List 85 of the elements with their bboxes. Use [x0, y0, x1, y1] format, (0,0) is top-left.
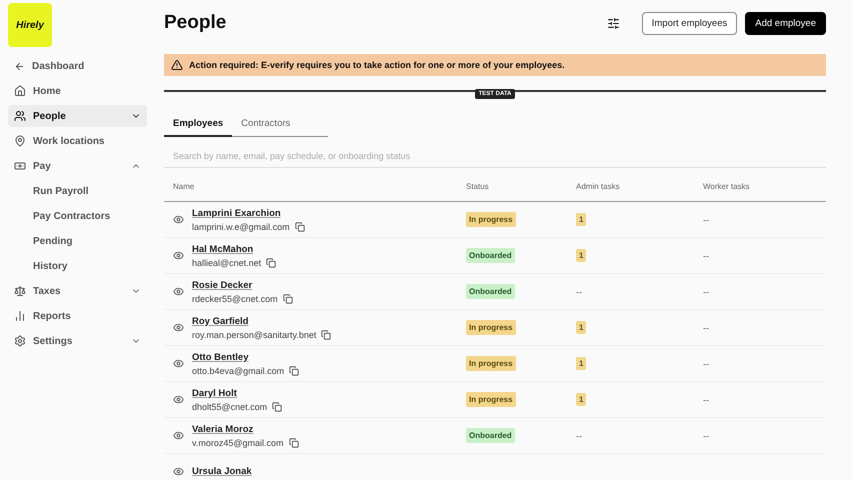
- sidebar-subitem[interactable]: Pay Contractors: [8, 205, 147, 227]
- tab[interactable]: Employees: [164, 112, 232, 137]
- alert-text: Action required: E-verify requires you to take action for one or more of your employees.: [189, 60, 565, 70]
- status-badge: In progress: [466, 212, 516, 227]
- copy-icon[interactable]: [289, 366, 300, 376]
- eye-icon[interactable]: [173, 286, 184, 297]
- employee-email: hallieal@cnet.net: [192, 258, 262, 268]
- eye-icon[interactable]: [173, 430, 184, 441]
- back-link[interactable]: Dashboard: [8, 55, 147, 77]
- banknote-icon: [14, 160, 26, 172]
- warning-icon: [171, 59, 183, 71]
- home-icon: [14, 85, 26, 97]
- copy-icon[interactable]: [266, 258, 276, 268]
- sidebar-item[interactable]: Pay: [8, 155, 147, 177]
- eye-icon[interactable]: [173, 250, 184, 261]
- eye-icon[interactable]: [173, 466, 184, 477]
- column-header: Name: [164, 173, 457, 202]
- admin-tasks-text: --: [576, 430, 582, 440]
- employee-email: rdecker55@cnet.com: [192, 294, 278, 304]
- worker-tasks-text: --: [703, 430, 709, 440]
- search-field[interactable]: Search by name, email, pay schedule, or onboarding status: [164, 145, 826, 168]
- task-count-badge: 1: [576, 249, 586, 262]
- sidebar-item[interactable]: Taxes: [8, 280, 147, 302]
- worker-tasks-text: --: [703, 286, 709, 296]
- tab[interactable]: Contractors: [232, 112, 300, 137]
- copy-icon[interactable]: [272, 402, 282, 412]
- employee-name[interactable]: Valeria Moroz: [192, 424, 298, 434]
- employee-email: dholt55@cnet.com: [192, 402, 268, 412]
- page-title: People: [164, 12, 228, 34]
- sidebar-item[interactable]: Work locations: [8, 130, 147, 152]
- sidebar-subitem[interactable]: History: [8, 255, 147, 277]
- eye-icon[interactable]: [173, 214, 184, 225]
- sidebar-item[interactable]: Reports: [8, 305, 147, 327]
- employee-name[interactable]: Otto Bentley: [192, 352, 300, 362]
- copy-icon[interactable]: [294, 222, 305, 232]
- status-badge: Onboarded: [466, 284, 515, 299]
- bar-chart-icon: [14, 310, 26, 322]
- pin-icon: [14, 135, 26, 147]
- worker-tasks-text: --: [703, 358, 709, 368]
- worker-tasks-text: --: [703, 394, 709, 404]
- sidebar-item[interactable]: Home: [8, 80, 147, 102]
- sidebar-item[interactable]: People: [8, 105, 147, 127]
- employee-email: roy.man.person@sanitarty.bnet: [192, 330, 316, 340]
- copy-icon[interactable]: [321, 330, 332, 340]
- employee-email: v.moroz45@gmail.com: [192, 438, 284, 448]
- employee-name[interactable]: Rosie Decker: [192, 280, 293, 290]
- task-count-badge: 1: [576, 321, 586, 334]
- eye-icon[interactable]: [173, 394, 184, 405]
- add-button[interactable]: Add employee: [745, 12, 826, 34]
- employee-email: otto.b4eva@gmail.com: [192, 366, 284, 376]
- column-header: Status: [457, 173, 567, 202]
- sidebar-subitem[interactable]: Run Payroll: [8, 180, 147, 202]
- eye-icon[interactable]: [173, 322, 184, 333]
- task-count-badge: 1: [576, 393, 586, 406]
- column-header: Admin tasks: [567, 173, 694, 202]
- employee-name[interactable]: Hal McMahon: [192, 244, 276, 254]
- people-icon: [14, 110, 26, 122]
- task-count-badge: 1: [576, 357, 586, 370]
- employee-name[interactable]: Ursula Jonak: [192, 466, 252, 477]
- employee-name[interactable]: Lamprini Exarchion: [192, 208, 305, 218]
- eye-icon[interactable]: [173, 358, 184, 369]
- import-button[interactable]: Import employees: [642, 12, 738, 34]
- sidebar-item[interactable]: Settings: [8, 330, 147, 352]
- worker-tasks-text: --: [703, 214, 709, 224]
- employee-email: lamprini.w.e@gmail.com: [192, 222, 290, 232]
- status-badge: Onboarded: [466, 248, 515, 263]
- copy-icon[interactable]: [282, 294, 293, 304]
- status-badge: In progress: [466, 356, 516, 371]
- worker-tasks-text: --: [703, 322, 709, 332]
- logo[interactable]: Hirely: [8, 3, 52, 47]
- employee-name[interactable]: Roy Garfield: [192, 316, 332, 326]
- settings-icon: [14, 335, 26, 347]
- column-header: Worker tasks: [694, 173, 826, 202]
- status-badge: Onboarded: [466, 428, 515, 443]
- sidebar-subitem[interactable]: Pending: [8, 230, 147, 252]
- admin-tasks-text: --: [576, 286, 582, 296]
- status-badge: In progress: [466, 320, 516, 335]
- task-count-badge: 1: [576, 213, 586, 226]
- worker-tasks-text: --: [703, 250, 709, 260]
- copy-icon[interactable]: [288, 438, 298, 448]
- settings-sliders-icon[interactable]: [606, 16, 620, 30]
- back-arrow-icon: [14, 60, 25, 72]
- status-badge: In progress: [466, 392, 516, 407]
- employee-name[interactable]: Daryl Holt: [192, 388, 282, 398]
- scale-icon: [14, 285, 26, 297]
